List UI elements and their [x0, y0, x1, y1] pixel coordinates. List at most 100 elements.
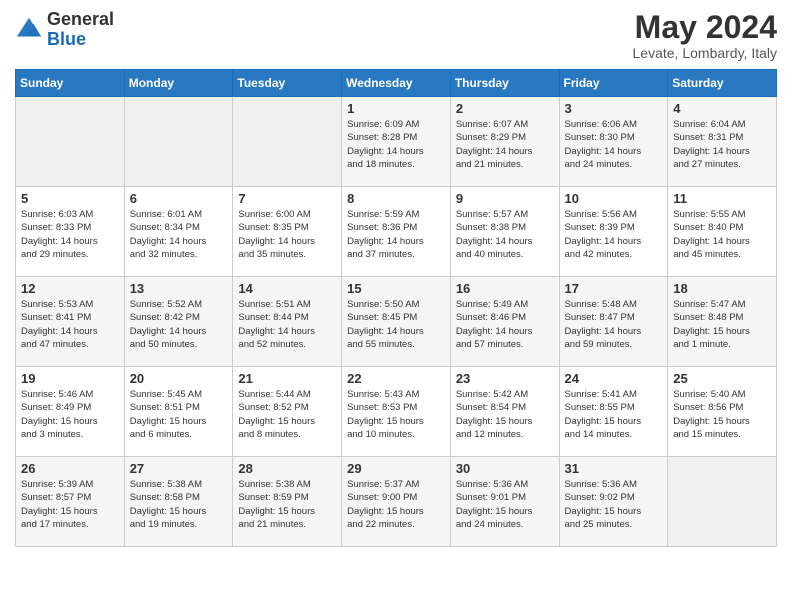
day-number: 1 — [347, 101, 445, 116]
week-row-4: 19 Sunrise: 5:46 AMSunset: 8:49 PMDayligh… — [16, 367, 777, 457]
day-number: 31 — [565, 461, 663, 476]
day-info: Sunrise: 6:04 AMSunset: 8:31 PMDaylight:… — [673, 118, 771, 171]
col-header-friday: Friday — [559, 70, 668, 97]
calendar-body: 1 Sunrise: 6:09 AMSunset: 8:28 PMDaylight… — [16, 97, 777, 547]
day-info: Sunrise: 5:46 AMSunset: 8:49 PMDaylight:… — [21, 388, 119, 441]
page-header: General Blue May 2024 Levate, Lombardy, … — [15, 10, 777, 61]
day-info: Sunrise: 5:38 AMSunset: 8:58 PMDaylight:… — [130, 478, 228, 531]
col-header-wednesday: Wednesday — [342, 70, 451, 97]
day-number: 24 — [565, 371, 663, 386]
day-cell: 10 Sunrise: 5:56 AMSunset: 8:39 PMDayligh… — [559, 187, 668, 277]
day-cell: 6 Sunrise: 6:01 AMSunset: 8:34 PMDaylight… — [124, 187, 233, 277]
day-number: 18 — [673, 281, 771, 296]
day-number: 21 — [238, 371, 336, 386]
day-info: Sunrise: 5:55 AMSunset: 8:40 PMDaylight:… — [673, 208, 771, 261]
day-cell: 8Sunrise: 5:59 AMSunset: 8:36 PMDaylight… — [342, 187, 451, 277]
day-number: 6 — [130, 191, 228, 206]
calendar-table: SundayMondayTuesdayWednesdayThursdayFrid… — [15, 69, 777, 547]
day-number: 26 — [21, 461, 119, 476]
day-info: Sunrise: 5:41 AMSunset: 8:55 PMDaylight:… — [565, 388, 663, 441]
day-number: 13 — [130, 281, 228, 296]
day-info: Sunrise: 5:53 AMSunset: 8:41 PMDaylight:… — [21, 298, 119, 351]
day-info: Sunrise: 5:48 AMSunset: 8:47 PMDaylight:… — [565, 298, 663, 351]
day-info: Sunrise: 5:39 AMSunset: 8:57 PMDaylight:… — [21, 478, 119, 531]
logo-blue: Blue — [47, 30, 114, 50]
day-cell: 2 Sunrise: 6:07 AMSunset: 8:29 PMDaylight… — [450, 97, 559, 187]
day-info: Sunrise: 5:36 AMSunset: 9:02 PMDaylight:… — [565, 478, 663, 531]
day-info: Sunrise: 6:09 AMSunset: 8:28 PMDaylight:… — [347, 118, 445, 171]
day-number: 29 — [347, 461, 445, 476]
day-cell: 24 Sunrise: 5:41 AMSunset: 8:55 PMDayligh… — [559, 367, 668, 457]
day-info: Sunrise: 6:06 AMSunset: 8:30 PMDaylight:… — [565, 118, 663, 171]
day-info: Sunrise: 5:40 AMSunset: 8:56 PMDaylight:… — [673, 388, 771, 441]
day-info: Sunrise: 5:45 AMSunset: 8:51 PMDaylight:… — [130, 388, 228, 441]
day-cell: 16 Sunrise: 5:49 AMSunset: 8:46 PMDayligh… — [450, 277, 559, 367]
week-row-5: 26 Sunrise: 5:39 AMSunset: 8:57 PMDayligh… — [16, 457, 777, 547]
day-cell: 30Sunrise: 5:36 AMSunset: 9:01 PMDayligh… — [450, 457, 559, 547]
day-number: 3 — [565, 101, 663, 116]
day-cell: 23 Sunrise: 5:42 AMSunset: 8:54 PMDayligh… — [450, 367, 559, 457]
day-cell: 11 Sunrise: 5:55 AMSunset: 8:40 PMDayligh… — [668, 187, 777, 277]
week-row-1: 1 Sunrise: 6:09 AMSunset: 8:28 PMDaylight… — [16, 97, 777, 187]
day-cell: 25 Sunrise: 5:40 AMSunset: 8:56 PMDayligh… — [668, 367, 777, 457]
day-info: Sunrise: 5:38 AMSunset: 8:59 PMDaylight:… — [238, 478, 336, 531]
day-cell: 13 Sunrise: 5:52 AMSunset: 8:42 PMDayligh… — [124, 277, 233, 367]
day-number: 5 — [21, 191, 119, 206]
day-cell: 26 Sunrise: 5:39 AMSunset: 8:57 PMDayligh… — [16, 457, 125, 547]
day-number: 19 — [21, 371, 119, 386]
day-cell: 27Sunrise: 5:38 AMSunset: 8:58 PMDayligh… — [124, 457, 233, 547]
col-header-thursday: Thursday — [450, 70, 559, 97]
col-header-saturday: Saturday — [668, 70, 777, 97]
day-info: Sunrise: 5:59 AMSunset: 8:36 PMDaylight:… — [347, 208, 445, 261]
day-number: 23 — [456, 371, 554, 386]
day-cell: 7Sunrise: 6:00 AMSunset: 8:35 PMDaylight… — [233, 187, 342, 277]
day-cell: 17 Sunrise: 5:48 AMSunset: 8:47 PMDayligh… — [559, 277, 668, 367]
day-cell: 31 Sunrise: 5:36 AMSunset: 9:02 PMDayligh… — [559, 457, 668, 547]
day-number: 10 — [565, 191, 663, 206]
day-info: Sunrise: 5:56 AMSunset: 8:39 PMDaylight:… — [565, 208, 663, 261]
day-cell — [16, 97, 125, 187]
day-number: 20 — [130, 371, 228, 386]
day-number: 15 — [347, 281, 445, 296]
month-year-title: May 2024 — [633, 10, 777, 45]
title-block: May 2024 Levate, Lombardy, Italy — [633, 10, 777, 61]
day-info: Sunrise: 5:52 AMSunset: 8:42 PMDaylight:… — [130, 298, 228, 351]
day-cell — [233, 97, 342, 187]
day-info: Sunrise: 5:49 AMSunset: 8:46 PMDaylight:… — [456, 298, 554, 351]
day-cell: 18Sunrise: 5:47 AMSunset: 8:48 PMDayligh… — [668, 277, 777, 367]
day-number: 11 — [673, 191, 771, 206]
day-info: Sunrise: 5:57 AMSunset: 8:38 PMDaylight:… — [456, 208, 554, 261]
day-info: Sunrise: 6:03 AMSunset: 8:33 PMDaylight:… — [21, 208, 119, 261]
week-row-2: 5 Sunrise: 6:03 AMSunset: 8:33 PMDaylight… — [16, 187, 777, 277]
day-cell: 12 Sunrise: 5:53 AMSunset: 8:41 PMDayligh… — [16, 277, 125, 367]
col-header-monday: Monday — [124, 70, 233, 97]
day-number: 2 — [456, 101, 554, 116]
logo: General Blue — [15, 10, 114, 50]
day-number: 7 — [238, 191, 336, 206]
day-info: Sunrise: 6:07 AMSunset: 8:29 PMDaylight:… — [456, 118, 554, 171]
day-cell: 15 Sunrise: 5:50 AMSunset: 8:45 PMDayligh… — [342, 277, 451, 367]
header-row: SundayMondayTuesdayWednesdayThursdayFrid… — [16, 70, 777, 97]
day-number: 12 — [21, 281, 119, 296]
day-cell: 4Sunrise: 6:04 AMSunset: 8:31 PMDaylight… — [668, 97, 777, 187]
day-info: Sunrise: 5:36 AMSunset: 9:01 PMDaylight:… — [456, 478, 554, 531]
day-number: 28 — [238, 461, 336, 476]
day-cell: 20 Sunrise: 5:45 AMSunset: 8:51 PMDayligh… — [124, 367, 233, 457]
day-number: 9 — [456, 191, 554, 206]
day-info: Sunrise: 5:42 AMSunset: 8:54 PMDaylight:… — [456, 388, 554, 441]
day-info: Sunrise: 5:37 AMSunset: 9:00 PMDaylight:… — [347, 478, 445, 531]
day-info: Sunrise: 6:01 AMSunset: 8:34 PMDaylight:… — [130, 208, 228, 261]
day-number: 17 — [565, 281, 663, 296]
logo-text: General Blue — [47, 10, 114, 50]
location-subtitle: Levate, Lombardy, Italy — [633, 45, 777, 61]
day-cell: 3 Sunrise: 6:06 AMSunset: 8:30 PMDaylight… — [559, 97, 668, 187]
day-number: 25 — [673, 371, 771, 386]
week-row-3: 12 Sunrise: 5:53 AMSunset: 8:41 PMDayligh… — [16, 277, 777, 367]
day-info: Sunrise: 5:50 AMSunset: 8:45 PMDaylight:… — [347, 298, 445, 351]
day-cell: 5 Sunrise: 6:03 AMSunset: 8:33 PMDaylight… — [16, 187, 125, 277]
day-number: 16 — [456, 281, 554, 296]
day-cell: 21Sunrise: 5:44 AMSunset: 8:52 PMDayligh… — [233, 367, 342, 457]
logo-general: General — [47, 10, 114, 30]
day-number: 14 — [238, 281, 336, 296]
day-cell: 28 Sunrise: 5:38 AMSunset: 8:59 PMDayligh… — [233, 457, 342, 547]
